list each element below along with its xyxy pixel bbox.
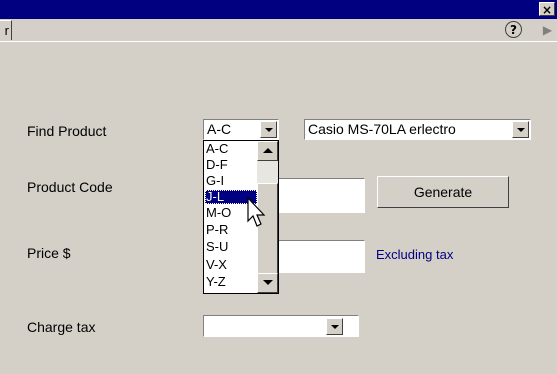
range-select-value: A-C [207, 121, 232, 137]
scroll-up-icon[interactable] [257, 141, 278, 161]
title-bar [0, 0, 557, 19]
product-code-label: Product Code [27, 179, 113, 195]
range-option[interactable]: D-F [205, 158, 257, 172]
mouse-pointer-icon [247, 197, 266, 227]
close-icon[interactable]: × [539, 2, 555, 17]
product-select[interactable]: Casio MS-70LA erlectro [304, 119, 531, 140]
range-option[interactable]: V-X [205, 258, 257, 272]
tab-partial[interactable]: r [0, 20, 12, 40]
range-option[interactable]: S-U [205, 240, 257, 254]
chevron-down-icon[interactable] [260, 121, 277, 138]
excluding-tax-note: Excluding tax [376, 247, 454, 262]
divider [0, 41, 557, 42]
charge-tax-label: Charge tax [27, 319, 96, 335]
chevron-down-icon[interactable] [512, 121, 529, 138]
charge-tax-select[interactable] [203, 315, 359, 337]
product-select-value: Casio MS-70LA erlectro [308, 121, 456, 137]
scroll-right-icon[interactable]: ▶ [538, 20, 557, 40]
help-icon[interactable]: ? [505, 21, 522, 38]
chevron-down-icon[interactable] [326, 318, 343, 335]
price-label: Price $ [27, 245, 71, 261]
generate-button[interactable]: Generate [377, 176, 509, 208]
range-select[interactable]: A-C [203, 119, 279, 140]
range-option[interactable]: A-C [205, 142, 257, 156]
find-product-label: Find Product [27, 123, 107, 139]
range-option[interactable]: G-I [205, 174, 257, 188]
tab-bar [0, 19, 557, 42]
range-option[interactable]: Y-Z [205, 275, 257, 289]
scroll-down-icon[interactable] [257, 273, 278, 293]
